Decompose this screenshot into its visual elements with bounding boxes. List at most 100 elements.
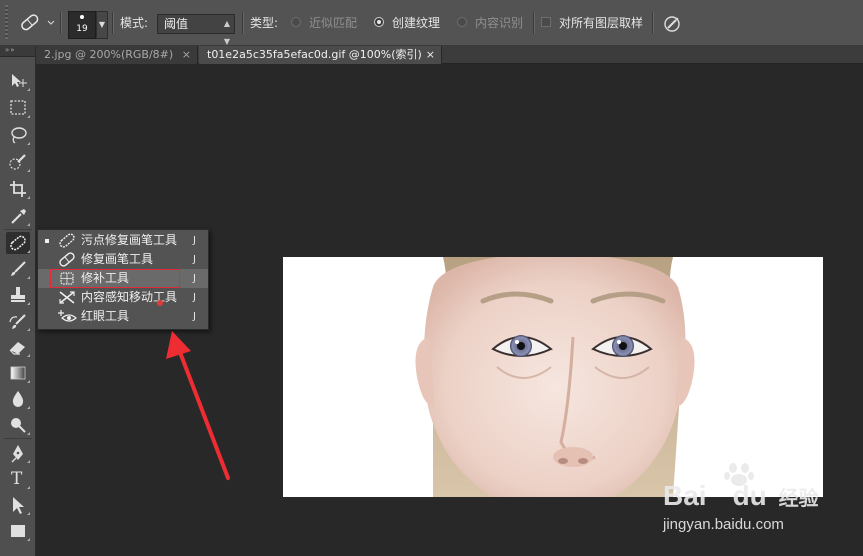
- eraser-tool[interactable]: [6, 336, 30, 358]
- spot-healing-brush-icon: [59, 233, 75, 248]
- pen-tool[interactable]: [6, 442, 30, 464]
- mode-select[interactable]: 阈值 ▲ ▼: [157, 14, 235, 46]
- marquee-tool[interactable]: [6, 97, 30, 119]
- tab-document-2[interactable]: t01e2a5c35fa5efac0d.gif @100%(索引) ×: [199, 46, 442, 64]
- separator: [242, 12, 244, 34]
- tools-panel: »» T: [0, 46, 36, 556]
- tool-group-indicator: [27, 512, 30, 515]
- tool-group-indicator: [27, 380, 30, 383]
- panel-grip: »»: [5, 46, 16, 54]
- dodge-tool[interactable]: [6, 414, 30, 436]
- mode-select-value: 阈值: [164, 17, 189, 31]
- clone-stamp-tool[interactable]: [6, 284, 30, 306]
- rectangle-tool[interactable]: [6, 520, 30, 542]
- options-bar: 19 ▼ 模式: 阈值 ▲ ▼ 类型: 近似匹配 创建纹理 内容识别 对所有图层取…: [0, 0, 863, 46]
- tool-group-indicator: [27, 460, 30, 463]
- sample-all-layers-checkbox[interactable]: [541, 17, 551, 27]
- tool-preset-picker[interactable]: [14, 10, 56, 36]
- tool-group-indicator: [27, 328, 30, 331]
- menu-item-label: 红眼工具: [81, 309, 130, 323]
- document-tab-bar: 2.jpg @ 200%(RGB/8#) × t01e2a5c35fa5efac…: [0, 46, 863, 64]
- type-radio-proximity-match[interactable]: [291, 17, 301, 27]
- tool-group-indicator: [27, 486, 30, 489]
- menu-item-spot-healing-brush[interactable]: 污点修复画笔工具 J: [38, 231, 208, 250]
- tab-document-1[interactable]: 2.jpg @ 200%(RGB/8#) ×: [36, 46, 198, 64]
- lasso-tool[interactable]: [6, 124, 30, 146]
- type-option-label: 内容识别: [475, 16, 524, 30]
- tool-group-indicator: [27, 250, 30, 253]
- tool-group-indicator: [27, 302, 30, 305]
- menu-item-shortcut: J: [193, 273, 196, 284]
- healing-brush-tool[interactable]: [6, 232, 30, 254]
- type-radio-create-texture[interactable]: [374, 17, 384, 27]
- tool-group-indicator: [27, 406, 30, 409]
- tab-label: 2.jpg @ 200%(RGB/8#): [44, 48, 174, 61]
- red-eye-icon: [58, 310, 77, 322]
- tool-group-indicator: [27, 169, 30, 172]
- tool-group-indicator: [27, 88, 30, 91]
- menu-item-label: 修复画笔工具: [81, 252, 154, 266]
- active-tool-bullet: [45, 239, 49, 243]
- type-label: 类型:: [250, 16, 279, 30]
- close-icon[interactable]: ×: [182, 46, 191, 63]
- gradient-tool[interactable]: [6, 362, 30, 384]
- face-photo: [283, 257, 823, 497]
- blur-tool[interactable]: [6, 388, 30, 410]
- watermark-cn: 经验: [778, 488, 819, 510]
- watermark-url: jingyan.baidu.com: [663, 516, 784, 533]
- annotation-cursor-dot: [157, 300, 163, 306]
- menu-item-healing-brush[interactable]: 修复画笔工具 J: [38, 250, 208, 269]
- separator: [4, 229, 32, 230]
- menu-item-shortcut: J: [193, 311, 196, 322]
- brush-size-picker[interactable]: 19: [68, 11, 96, 39]
- type-option-label: 创建纹理: [392, 16, 441, 30]
- watermark-brand-du: du: [732, 480, 767, 511]
- menu-item-content-aware-move[interactable]: 内容感知移动工具 J: [38, 288, 208, 307]
- type-tool-icon: T: [11, 469, 23, 489]
- menu-item-red-eye[interactable]: 红眼工具 J: [38, 307, 208, 326]
- menu-item-shortcut: J: [193, 235, 196, 246]
- healing-tools-flyout-menu: 污点修复画笔工具 J 修复画笔工具 J 修补工具 J 内容感知移动工具 J 红眼…: [37, 229, 209, 330]
- baidu-jingyan-watermark: Bai du 经验 jingyan.baidu.com: [663, 462, 853, 542]
- content-aware-move-icon: [59, 291, 75, 304]
- tool-group-indicator: [27, 223, 30, 226]
- separator: [652, 12, 654, 34]
- menu-item-shortcut: J: [193, 254, 196, 265]
- pressure-size-button[interactable]: [662, 14, 682, 34]
- options-bar-grip[interactable]: [5, 5, 8, 39]
- tool-group-indicator: [27, 142, 30, 145]
- move-tool[interactable]: [6, 70, 30, 92]
- menu-item-label: 污点修复画笔工具: [81, 233, 178, 247]
- brush-tool[interactable]: [6, 258, 30, 280]
- type-option-label: 近似匹配: [309, 16, 358, 30]
- separator: [4, 438, 32, 439]
- tools-panel-header[interactable]: »»: [0, 46, 35, 57]
- brush-tip-preview: [80, 15, 84, 19]
- path-selection-tool[interactable]: [6, 494, 30, 516]
- watermark-brand: Bai du 经验: [663, 480, 819, 512]
- watermark-brand-bai: Bai: [663, 480, 707, 511]
- quick-selection-tool[interactable]: [6, 151, 30, 173]
- tool-group-indicator: [27, 538, 30, 541]
- eyedropper-tool[interactable]: [6, 205, 30, 227]
- brush-size-value: 19: [76, 24, 88, 34]
- history-brush-tool[interactable]: [6, 310, 30, 332]
- crop-tool[interactable]: [6, 178, 30, 200]
- brush-size-dropdown-arrow[interactable]: ▼: [96, 11, 108, 39]
- annotation-highlight-box: [50, 269, 180, 288]
- document-canvas-image[interactable]: [283, 257, 823, 497]
- healing-brush-preset-icon: [21, 14, 55, 31]
- tool-group-indicator: [27, 354, 30, 357]
- separator: [112, 12, 114, 34]
- menu-item-shortcut: J: [193, 292, 196, 303]
- separator: [60, 12, 62, 34]
- healing-brush-icon: [59, 252, 75, 267]
- annotation-arrow: [166, 331, 230, 480]
- tab-label: t01e2a5c35fa5efac0d.gif @100%(索引): [207, 48, 422, 61]
- sample-all-layers-label: 对所有图层取样: [559, 16, 644, 30]
- separator: [533, 12, 535, 34]
- type-tool[interactable]: T: [6, 468, 30, 490]
- tool-group-indicator: [27, 115, 30, 118]
- type-radio-content-aware[interactable]: [457, 17, 467, 27]
- close-icon[interactable]: ×: [426, 46, 435, 63]
